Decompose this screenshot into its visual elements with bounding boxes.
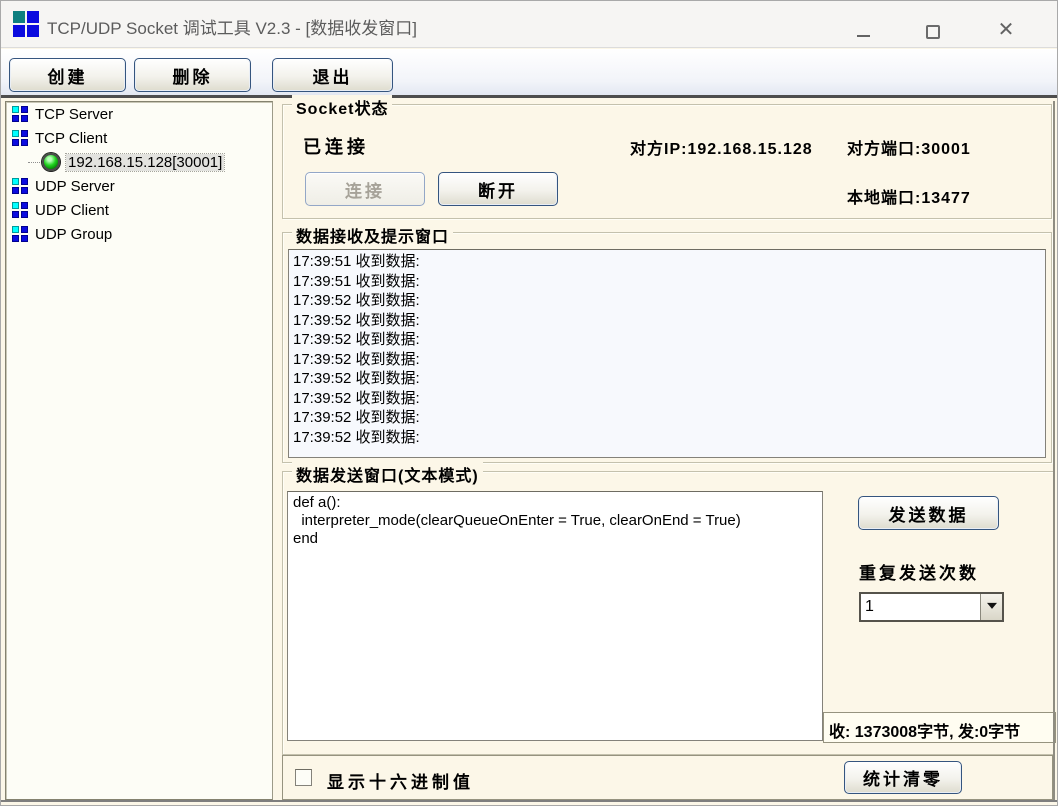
socket-status-group: Socket状态 已连接 对方IP:192.168.15.128 对方端口:30… xyxy=(282,104,1052,219)
send-group: 数据发送窗口(文本模式) def a(): interpreter_mode(c… xyxy=(282,471,1054,755)
peer-port-label: 对方端口:30001 xyxy=(847,135,971,159)
tree-item-label: UDP Client xyxy=(35,202,109,219)
send-group-label: 数据发送窗口(文本模式) xyxy=(292,462,483,486)
tree-item[interactable]: 192.168.15.128[30001] xyxy=(6,150,272,174)
tree-item-label: 192.168.15.128[30001] xyxy=(66,154,224,171)
app-icon xyxy=(13,11,39,37)
maximize-icon xyxy=(926,25,940,39)
peer-ip-label: 对方IP:192.168.15.128 xyxy=(630,135,813,159)
delete-button[interactable]: 删除 xyxy=(134,58,251,92)
receive-line: 17:39:51 收到数据: xyxy=(293,252,1041,272)
receive-line: 17:39:52 收到数据: xyxy=(293,428,1041,448)
receive-line: 17:39:52 收到数据: xyxy=(293,291,1041,311)
minimize-icon xyxy=(857,35,870,37)
disconnect-button[interactable]: 断开 xyxy=(438,172,558,206)
window-title: TCP/UDP Socket 调试工具 V2.3 - [数据收发窗口] xyxy=(47,14,417,39)
receive-line: 17:39:52 收到数据: xyxy=(293,389,1041,409)
receive-line: 17:39:52 收到数据: xyxy=(293,369,1041,389)
repeat-count-value: 1 xyxy=(861,594,980,620)
tree-item[interactable]: TCP Client xyxy=(6,126,272,150)
squares-icon xyxy=(12,130,28,146)
squares-icon xyxy=(12,202,28,218)
tree-item-label: TCP Client xyxy=(35,130,107,147)
connection-status: 已连接 xyxy=(303,133,369,159)
maximize-button[interactable] xyxy=(910,1,956,47)
receive-group: 数据接收及提示窗口 17:39:51 收到数据:17:39:51 收到数据:17… xyxy=(282,232,1052,463)
socket-status-group-label: Socket状态 xyxy=(292,95,392,119)
receive-group-label: 数据接收及提示窗口 xyxy=(292,223,453,247)
tree-item-label: UDP Server xyxy=(35,178,115,195)
hex-checkbox-label: 显示十六进制值 xyxy=(327,768,474,793)
hex-checkbox[interactable] xyxy=(295,769,312,786)
bottom-panel: 显示十六进制值 统计清零 xyxy=(282,755,1053,800)
clear-stats-button[interactable]: 统计清零 xyxy=(844,761,962,794)
minimize-button[interactable] xyxy=(840,1,886,47)
local-port-label: 本地端口:13477 xyxy=(847,184,971,208)
tree-item[interactable]: UDP Group xyxy=(6,222,272,246)
send-data-button[interactable]: 发送数据 xyxy=(858,496,999,530)
receive-line: 17:39:52 收到数据: xyxy=(293,330,1041,350)
connection-tree[interactable]: TCP Server TCP Client 192.168.15.128[30001… xyxy=(5,101,273,800)
socket-connected-icon xyxy=(42,153,60,171)
chevron-down-icon xyxy=(987,603,997,614)
app-window: TCP/UDP Socket 调试工具 V2.3 - [数据收发窗口] ✕ 创建… xyxy=(0,0,1058,806)
exit-button[interactable]: 退出 xyxy=(272,58,393,92)
tree-item[interactable]: TCP Server xyxy=(6,102,272,126)
receive-line: 17:39:52 收到数据: xyxy=(293,311,1041,331)
tree-connector-line xyxy=(28,162,40,163)
create-button[interactable]: 创建 xyxy=(9,58,126,92)
window-bottom-edge xyxy=(1,800,1057,802)
repeat-count-combobox[interactable]: 1 xyxy=(859,592,1004,622)
window-right-edge xyxy=(1053,101,1055,800)
tree-item-label: UDP Group xyxy=(35,226,112,243)
receive-line: 17:39:52 收到数据: xyxy=(293,408,1041,428)
squares-icon xyxy=(12,178,28,194)
receive-line: 17:39:52 收到数据: xyxy=(293,350,1041,370)
squares-icon xyxy=(12,106,28,122)
toolbar: 创建 删除 退出 xyxy=(1,49,1057,98)
connect-button[interactable]: 连接 xyxy=(305,172,425,206)
tree-item[interactable]: UDP Client xyxy=(6,198,272,222)
tree-item-label: TCP Server xyxy=(35,106,113,123)
close-icon: ✕ xyxy=(983,20,1029,40)
squares-icon xyxy=(12,226,28,242)
tree-item[interactable]: UDP Server xyxy=(6,174,272,198)
close-button[interactable]: ✕ xyxy=(983,1,1029,47)
repeat-count-label: 重复发送次数 xyxy=(859,559,979,584)
combobox-dropdown-button[interactable] xyxy=(980,594,1002,620)
send-text-input[interactable]: def a(): interpreter_mode(clearQueueOnEn… xyxy=(287,491,823,741)
byte-stats: 收: 1373008字节, 发:0字节 xyxy=(823,712,1056,743)
receive-log[interactable]: 17:39:51 收到数据:17:39:51 收到数据:17:39:52 收到数… xyxy=(288,249,1046,458)
receive-line: 17:39:51 收到数据: xyxy=(293,272,1041,292)
title-bar: TCP/UDP Socket 调试工具 V2.3 - [数据收发窗口] ✕ xyxy=(1,1,1057,48)
